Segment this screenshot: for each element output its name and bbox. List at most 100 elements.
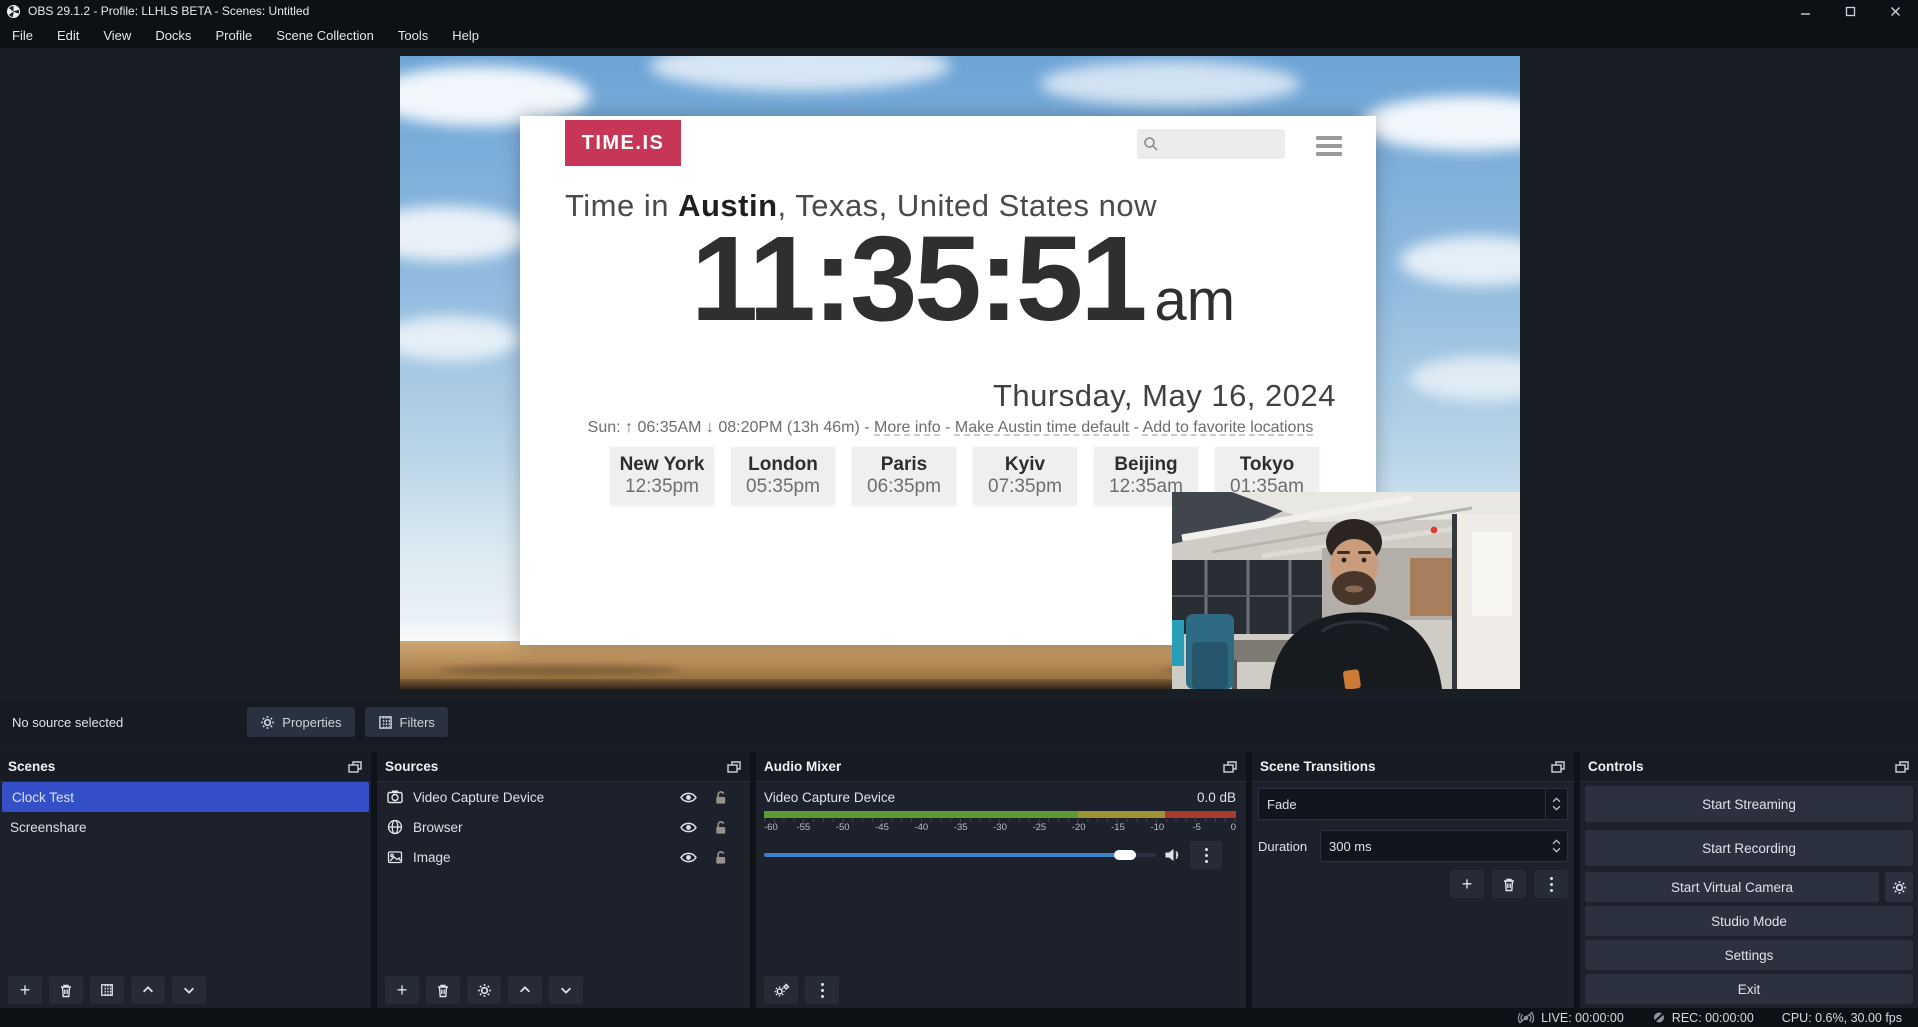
start-recording-button[interactable]: Start Recording bbox=[1585, 830, 1913, 866]
properties-button[interactable]: Properties bbox=[247, 707, 354, 737]
menu-view[interactable]: View bbox=[91, 22, 143, 48]
add-source-button[interactable]: + bbox=[385, 976, 419, 1004]
popout-icon[interactable] bbox=[1550, 759, 1566, 775]
kebab-menu-icon bbox=[1205, 848, 1208, 863]
menu-profile[interactable]: Profile bbox=[203, 22, 264, 48]
menu-scene-collection[interactable]: Scene Collection bbox=[264, 22, 386, 48]
duration-row: Duration 300 ms bbox=[1258, 830, 1568, 862]
volume-slider[interactable] bbox=[764, 849, 1156, 861]
popout-icon[interactable] bbox=[726, 759, 742, 775]
cloud-decoration bbox=[1360, 96, 1520, 151]
remove-scene-button[interactable] bbox=[49, 976, 83, 1004]
menu-docks[interactable]: Docks bbox=[143, 22, 203, 48]
scene-item-clock-test[interactable]: Clock Test bbox=[2, 782, 369, 812]
make-default-link: Make Austin time default bbox=[955, 419, 1129, 436]
duration-label: Duration bbox=[1258, 839, 1320, 854]
volume-slider-handle[interactable] bbox=[1114, 850, 1136, 860]
controls-panel: Controls Start Streaming Start Recording… bbox=[1580, 752, 1918, 1008]
audio-mixer-header: Audio Mixer bbox=[756, 752, 1246, 782]
lock-open-icon[interactable] bbox=[713, 820, 728, 835]
hamburger-menu-icon bbox=[1316, 136, 1342, 156]
scene-filters-button[interactable] bbox=[90, 976, 124, 1004]
studio-mode-button[interactable]: Studio Mode bbox=[1585, 906, 1913, 936]
scene-item-screenshare[interactable]: Screenshare bbox=[0, 812, 371, 842]
visibility-eye-icon[interactable] bbox=[680, 821, 697, 834]
cloud-decoration bbox=[400, 316, 520, 361]
menu-help[interactable]: Help bbox=[440, 22, 491, 48]
close-button[interactable] bbox=[1873, 0, 1918, 22]
remove-source-button[interactable] bbox=[426, 976, 460, 1004]
chevron-up-icon bbox=[518, 983, 532, 997]
visibility-eye-icon[interactable] bbox=[680, 791, 697, 804]
menu-file[interactable]: File bbox=[0, 22, 45, 48]
popout-icon[interactable] bbox=[1222, 759, 1238, 775]
chevron-up-icon bbox=[1552, 797, 1561, 803]
window-title: OBS 29.1.2 - Profile: LLHLS BETA - Scene… bbox=[28, 4, 309, 18]
sources-panel: Sources Video Capture Device Browser bbox=[377, 752, 750, 1008]
remove-transition-button[interactable] bbox=[1492, 870, 1526, 898]
speaker-icon[interactable] bbox=[1164, 847, 1182, 863]
rec-status: REC: 00:00:00 bbox=[1652, 1011, 1754, 1025]
transition-select-arrows[interactable] bbox=[1545, 789, 1567, 819]
sources-toolbar: + bbox=[377, 976, 750, 1004]
duration-spinbox[interactable]: 300 ms bbox=[1320, 830, 1568, 862]
filters-button[interactable]: Filters bbox=[365, 707, 448, 737]
controls-header: Controls bbox=[1580, 752, 1918, 782]
transitions-header: Scene Transitions bbox=[1252, 752, 1574, 782]
source-properties-button[interactable] bbox=[467, 976, 501, 1004]
more-info-link: More info bbox=[874, 419, 941, 436]
status-bar: LIVE: 00:00:00 REC: 00:00:00 CPU: 0.6%, … bbox=[0, 1008, 1918, 1027]
world-time-london: London05:35pm bbox=[731, 447, 835, 504]
add-scene-button[interactable]: + bbox=[8, 976, 42, 1004]
mixer-channel-row: Video Capture Device 0.0 dB bbox=[756, 782, 1246, 809]
move-source-down-button[interactable] bbox=[549, 976, 583, 1004]
cpu-status: CPU: 0.6%, 30.00 fps bbox=[1782, 1011, 1902, 1025]
lock-open-icon[interactable] bbox=[713, 790, 728, 805]
spin-down-icon[interactable] bbox=[1552, 847, 1561, 853]
record-inactive-icon bbox=[1652, 1011, 1666, 1024]
gear-icon bbox=[477, 983, 492, 998]
mixer-channel-name: Video Capture Device bbox=[764, 790, 895, 805]
start-streaming-button[interactable]: Start Streaming bbox=[1585, 786, 1913, 822]
menu-tools[interactable]: Tools bbox=[386, 22, 440, 48]
cloud-decoration bbox=[1410, 356, 1520, 401]
settings-button[interactable]: Settings bbox=[1585, 940, 1913, 970]
advanced-audio-button[interactable] bbox=[764, 976, 798, 1004]
kebab-menu-icon bbox=[821, 983, 824, 998]
scene-transitions-panel: Scene Transitions Fade Duration 300 ms bbox=[1252, 752, 1574, 1008]
menu-edit[interactable]: Edit bbox=[45, 22, 91, 48]
move-source-up-button[interactable] bbox=[508, 976, 542, 1004]
move-scene-down-button[interactable] bbox=[172, 976, 206, 1004]
clock-meridiem: am bbox=[1155, 267, 1236, 334]
clock-time: 11:35:51 bbox=[691, 212, 1145, 345]
title-bar: OBS 29.1.2 - Profile: LLHLS BETA - Scene… bbox=[0, 0, 1918, 22]
start-virtual-camera-button[interactable]: Start Virtual Camera bbox=[1585, 872, 1879, 902]
visibility-eye-icon[interactable] bbox=[680, 851, 697, 864]
preview-canvas[interactable]: TIME.IS Time in Austin, Texas, United St… bbox=[400, 56, 1520, 689]
lock-open-icon[interactable] bbox=[713, 850, 728, 865]
virtual-camera-config-button[interactable] bbox=[1885, 872, 1913, 902]
maximize-button[interactable] bbox=[1828, 0, 1873, 22]
gear-icon bbox=[260, 715, 275, 730]
transitions-toolbar: + bbox=[1450, 870, 1568, 898]
minimize-button[interactable] bbox=[1783, 0, 1828, 22]
spin-up-icon[interactable] bbox=[1552, 839, 1561, 845]
move-scene-up-button[interactable] bbox=[131, 976, 165, 1004]
add-transition-button[interactable]: + bbox=[1450, 870, 1484, 898]
source-item-image[interactable]: Image bbox=[377, 842, 750, 872]
filter-icon bbox=[100, 983, 114, 997]
popout-icon[interactable] bbox=[347, 759, 363, 775]
world-time-paris: Paris06:35pm bbox=[852, 447, 956, 504]
menu-bar: File Edit View Docks Profile Scene Colle… bbox=[0, 22, 1918, 48]
kebab-menu-icon bbox=[1550, 877, 1553, 892]
search-icon bbox=[1143, 136, 1159, 152]
transition-select[interactable]: Fade bbox=[1258, 788, 1568, 820]
mixer-menu-button[interactable] bbox=[805, 976, 839, 1004]
transition-menu-button[interactable] bbox=[1534, 870, 1568, 898]
exit-button[interactable]: Exit bbox=[1585, 974, 1913, 1004]
source-item-browser[interactable]: Browser bbox=[377, 812, 750, 842]
cloud-decoration bbox=[1040, 61, 1300, 106]
popout-icon[interactable] bbox=[1894, 759, 1910, 775]
source-item-video-capture[interactable]: Video Capture Device bbox=[377, 782, 750, 812]
mixer-channel-menu-button[interactable] bbox=[1190, 841, 1222, 869]
